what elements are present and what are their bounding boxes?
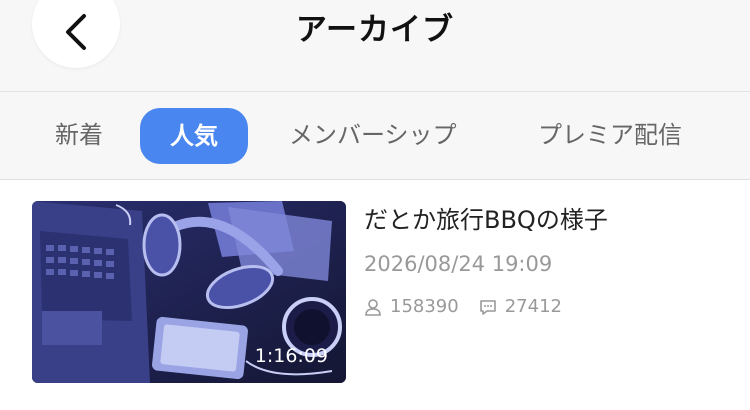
tab-popular[interactable]: 人気 [140, 108, 248, 164]
tab-premiere[interactable]: プレミア配信 [538, 115, 682, 155]
tab-membership[interactable]: メンバーシップ [289, 115, 457, 155]
comment-count-value: 27412 [504, 296, 562, 317]
page-title: アーカイブ [295, 12, 455, 48]
video-list-item[interactable]: 1:16:09 だとか旅行BBQの様子 2026/08/24 19:09 158… [0, 180, 750, 410]
video-duration: 1:16:09 [254, 345, 328, 367]
comment-icon [479, 299, 496, 315]
video-stats: 158390 27412 [364, 296, 582, 317]
video-thumbnail[interactable]: 1:16:09 [32, 201, 346, 383]
video-title[interactable]: だとか旅行BBQの様子 [364, 200, 608, 235]
video-date: 2026/08/24 19:09 [364, 252, 553, 276]
view-count-value: 158390 [390, 296, 459, 317]
tab-new[interactable]: 新着 [55, 115, 103, 155]
header: アーカイブ [0, 0, 750, 92]
comment-count: 27412 [479, 296, 562, 317]
view-count: 158390 [364, 296, 459, 317]
person-icon [365, 298, 381, 316]
tab-bar: 新着 人気 メンバーシップ プレミア配信 [0, 92, 750, 180]
